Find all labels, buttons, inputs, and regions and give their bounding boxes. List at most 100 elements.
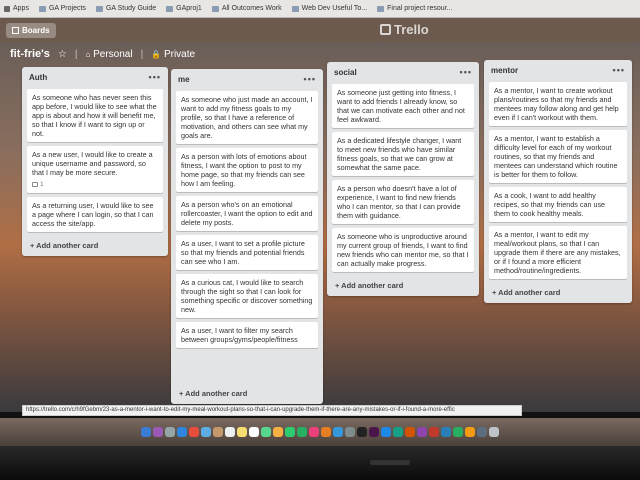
app-icon[interactable] [465, 427, 475, 437]
bookmark-web-dev-useful[interactable]: Web Dev Useful To... [291, 5, 367, 12]
list-header[interactable]: mentor ••• [484, 60, 632, 78]
bookmark-all-outcomes-work[interactable]: All Outcomes Work [211, 5, 282, 12]
divider: | [74, 48, 78, 60]
trash-icon[interactable] [489, 427, 499, 437]
list-card[interactable]: As someone who is unproductive around my… [332, 228, 474, 272]
list-social: social ••• As someone just getting into … [327, 62, 479, 296]
list-card[interactable]: As a cook, I want to add healthy recipes… [489, 187, 627, 222]
monitor-logo [370, 460, 410, 465]
list-card[interactable]: As a dedicated lifestyle changer, I want… [332, 132, 474, 176]
lock-icon: 🔒 [151, 49, 162, 59]
notes-icon[interactable] [237, 427, 247, 437]
comment-icon [32, 182, 38, 187]
bookmark-gaproj1[interactable]: GAproj1 [166, 5, 202, 12]
list-header[interactable]: Auth ••• [22, 67, 168, 85]
app-icon[interactable] [417, 427, 427, 437]
personal-icon: ⌂ [85, 49, 91, 59]
monitor-bezel [0, 446, 640, 480]
messages-icon[interactable] [285, 427, 295, 437]
more-options-icon[interactable]: ••• [613, 65, 625, 75]
downloads-icon[interactable] [477, 427, 487, 437]
books-icon[interactable] [321, 427, 331, 437]
terminal-icon[interactable] [357, 427, 367, 437]
contacts-icon[interactable] [213, 427, 223, 437]
apps-grid-icon [4, 5, 10, 12]
list-card[interactable]: As a returning user, I would like to see… [27, 197, 163, 232]
list-card[interactable]: As a person with lots of emotions about … [176, 148, 318, 192]
bookmarks-bar: Apps GA Projects GA Study Guide GAproj1 … [0, 0, 640, 18]
folder-icon [166, 5, 174, 12]
editor-icon[interactable] [381, 427, 391, 437]
boards-button[interactable]: Boards [6, 22, 56, 38]
bookmark-apps[interactable]: Apps [4, 5, 29, 12]
list-header[interactable]: me ••• [171, 69, 323, 87]
calendar-icon[interactable] [225, 427, 235, 437]
add-card-button[interactable]: + Add another card [22, 236, 168, 256]
finder-icon[interactable] [141, 427, 151, 437]
facetime-icon[interactable] [297, 427, 307, 437]
list-mentor: mentor ••• As a mentor, I want to create… [484, 60, 632, 303]
list-card[interactable]: As a person who's on an emotional roller… [176, 196, 318, 231]
app-icon[interactable] [429, 427, 439, 437]
safari-icon[interactable] [177, 427, 187, 437]
list-card[interactable]: As someone who just made an account, I w… [176, 91, 318, 144]
launchpad-icon[interactable] [165, 427, 175, 437]
folder-icon [211, 5, 219, 12]
folder-icon [377, 5, 385, 12]
chrome-icon[interactable] [189, 427, 199, 437]
bookmark-final-project[interactable]: Final project resour... [377, 5, 452, 12]
list-card[interactable]: As a new user, I would like to create a … [27, 146, 163, 193]
app-icon[interactable] [393, 427, 403, 437]
trello-header: Boards Trello [0, 18, 640, 42]
list-title[interactable]: Auth [29, 73, 47, 82]
settings-icon[interactable] [345, 427, 355, 437]
music-icon[interactable] [309, 427, 319, 437]
slack-icon[interactable] [369, 427, 379, 437]
more-options-icon[interactable]: ••• [304, 74, 316, 84]
board-title-bar: fit-frie's ☆ | ⌂ Personal | 🔒 Private [10, 48, 195, 60]
board-name[interactable]: fit-frie's [10, 48, 50, 60]
list-card[interactable]: As a curious cat, I would like to search… [176, 274, 318, 318]
add-card-button[interactable]: + Add another card [484, 283, 632, 303]
list-card[interactable]: As someone just getting into fitness, I … [332, 84, 474, 128]
mail-icon[interactable] [201, 427, 211, 437]
app-store-icon[interactable] [333, 427, 343, 437]
list-card[interactable]: As a mentor, I want to edit my meal/work… [489, 226, 627, 279]
list-card[interactable]: As a person who doesn't have a lot of ex… [332, 180, 474, 224]
privacy-button[interactable]: 🔒 Private [151, 49, 195, 60]
list-title[interactable]: mentor [491, 66, 518, 75]
boards-icon [12, 26, 19, 34]
status-url-bar: https://trello.com/c/h9fGebm/23-as-a-men… [22, 405, 522, 416]
list-card[interactable]: As a mentor, I want to establish a diffi… [489, 130, 627, 183]
siri-icon[interactable] [153, 427, 163, 437]
add-card-button[interactable]: + Add another card [327, 276, 479, 296]
list-card[interactable]: As a user, I want to set a profile pictu… [176, 235, 318, 270]
list-title[interactable]: me [178, 75, 190, 84]
list-card[interactable]: As a user, I want to filter my search be… [176, 322, 318, 348]
more-options-icon[interactable]: ••• [460, 67, 472, 77]
list-card[interactable]: As a mentor, I want to create workout pl… [489, 82, 627, 126]
more-options-icon[interactable]: ••• [149, 72, 161, 82]
app-icon[interactable] [441, 427, 451, 437]
app-icon[interactable] [453, 427, 463, 437]
divider: | [140, 48, 144, 60]
reminders-icon[interactable] [249, 427, 259, 437]
folder-icon [95, 5, 103, 12]
trello-logo[interactable]: Trello [380, 22, 429, 37]
list-title[interactable]: social [334, 68, 357, 77]
folder-icon [38, 5, 46, 12]
trello-logo-icon [380, 24, 391, 35]
team-visibility-button[interactable]: ⌂ Personal [85, 49, 132, 60]
list-card[interactable]: As someone who has never seen this app b… [27, 89, 163, 142]
app-icon[interactable] [405, 427, 415, 437]
list-header[interactable]: social ••• [327, 62, 479, 80]
bookmark-ga-study-guide[interactable]: GA Study Guide [95, 5, 156, 12]
bookmark-ga-projects[interactable]: GA Projects [38, 5, 86, 12]
board-canvas: fit-frie's ☆ | ⌂ Personal | 🔒 Private Au… [0, 42, 640, 412]
add-card-button[interactable]: + Add another card [171, 384, 255, 404]
maps-icon[interactable] [261, 427, 271, 437]
folder-icon [291, 5, 299, 12]
photos-icon[interactable] [273, 427, 283, 437]
comment-badge: 1 [32, 180, 158, 189]
star-icon[interactable]: ☆ [58, 49, 67, 60]
